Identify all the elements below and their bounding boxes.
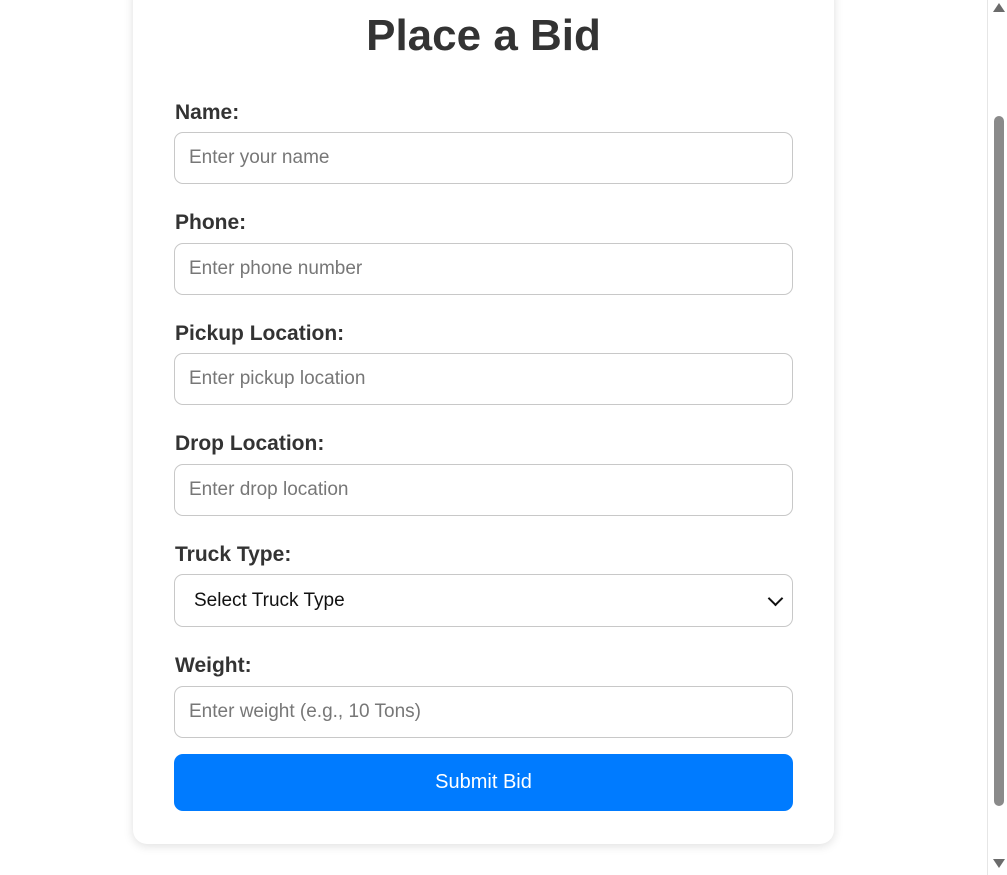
bid-form-card: Place a Bid Name: Phone: Pickup Location… <box>133 0 834 844</box>
vertical-scrollbar[interactable] <box>987 0 1007 875</box>
phone-input[interactable] <box>174 243 793 295</box>
weight-input[interactable] <box>174 686 793 738</box>
drop-location-input[interactable] <box>174 464 793 516</box>
page: Place a Bid Name: Phone: Pickup Location… <box>0 0 1007 875</box>
submit-bid-button[interactable]: Submit Bid <box>174 754 793 811</box>
chevron-down-icon <box>767 590 784 606</box>
drop-location-label: Drop Location: <box>175 432 325 455</box>
truck-type-select[interactable]: Select Truck Type <box>174 574 793 627</box>
truck-type-label: Truck Type: <box>175 543 292 566</box>
scroll-down-arrow-icon[interactable] <box>993 859 1005 868</box>
pickup-location-label: Pickup Location: <box>175 322 345 345</box>
phone-label: Phone: <box>175 211 247 234</box>
name-input[interactable] <box>174 132 793 184</box>
pickup-location-input[interactable] <box>174 353 793 405</box>
scroll-up-arrow-icon[interactable] <box>993 3 1005 12</box>
weight-label: Weight: <box>175 654 252 677</box>
truck-type-selected: Select Truck Type <box>194 589 345 611</box>
name-label: Name: <box>175 101 240 124</box>
scroll-thumb[interactable] <box>994 116 1004 806</box>
page-title: Place a Bid <box>366 11 601 60</box>
